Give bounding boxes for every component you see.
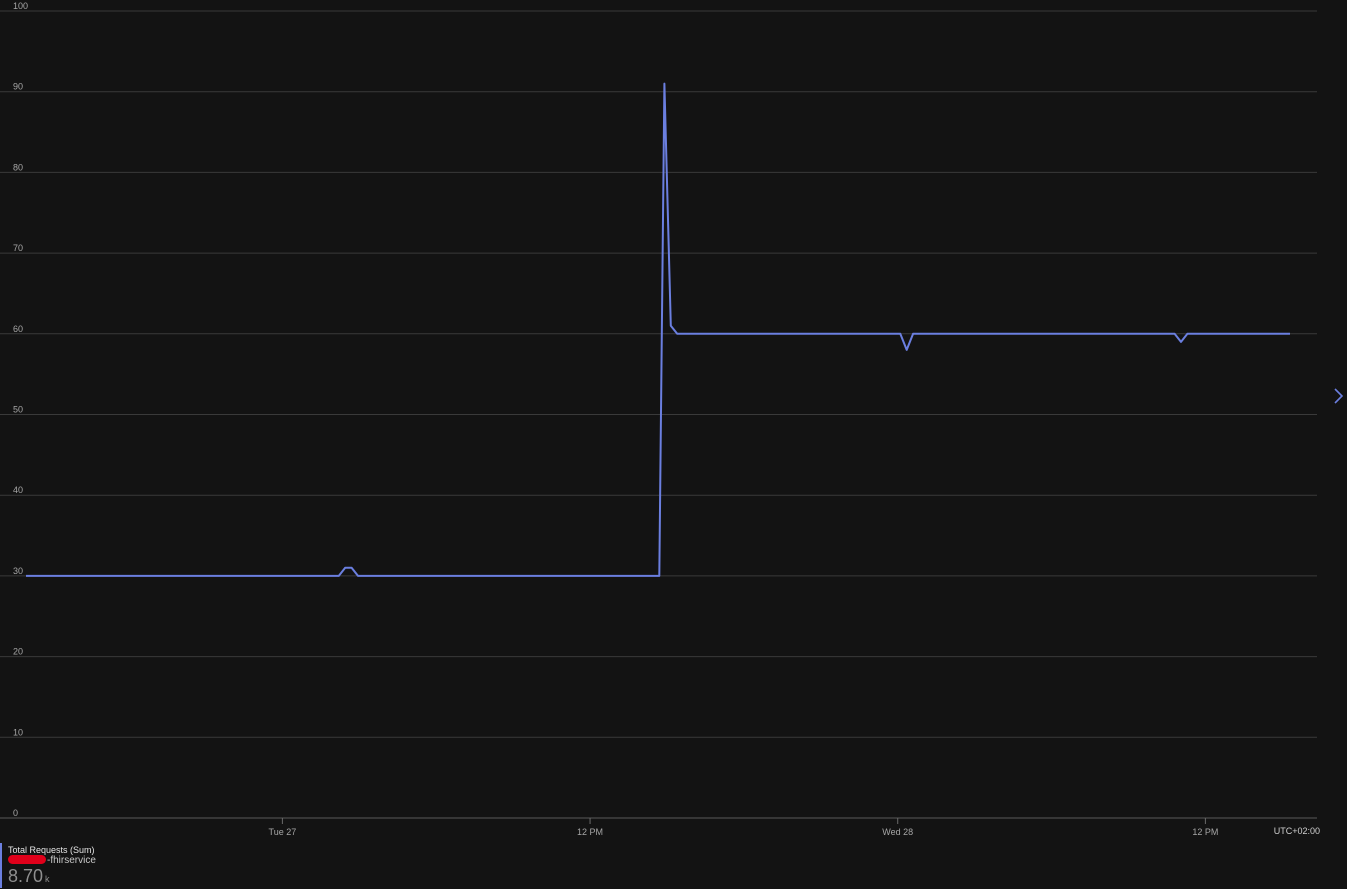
x-axis-ticks: Tue 27 12 PM Wed 28 12 PM bbox=[269, 818, 1218, 837]
legend-value-row: 8.70 k bbox=[8, 866, 96, 889]
x-tick-label: Tue 27 bbox=[269, 827, 297, 837]
chevron-right-icon[interactable] bbox=[1331, 386, 1345, 406]
y-tick-label: 80 bbox=[13, 162, 23, 172]
y-axis-ticks: 1009080706050403020100 bbox=[13, 1, 28, 818]
y-tick-label: 90 bbox=[13, 82, 23, 92]
legend-resource: -fhirservice bbox=[8, 855, 96, 866]
y-tick-label: 20 bbox=[13, 647, 23, 657]
y-tick-label: 50 bbox=[13, 405, 23, 415]
redaction-mark bbox=[8, 855, 46, 864]
y-tick-label: 30 bbox=[13, 566, 23, 576]
y-tick-label: 40 bbox=[13, 485, 23, 495]
legend[interactable]: Total Requests (Sum) -fhirservice 8.70 k bbox=[0, 843, 96, 888]
y-tick-label: 100 bbox=[13, 1, 28, 11]
y-tick-label: 70 bbox=[13, 243, 23, 253]
series-line-total-requests[interactable] bbox=[26, 82, 1290, 577]
x-tick-label: Wed 28 bbox=[882, 827, 913, 837]
y-tick-label: 0 bbox=[13, 808, 18, 818]
x-tick-label: 12 PM bbox=[1192, 827, 1218, 837]
grid-lines bbox=[0, 10, 1317, 819]
legend-value: 8.70 bbox=[8, 866, 44, 886]
line-chart: 1009080706050403020100 Tue 27 12 PM Wed 28… bbox=[0, 1, 1320, 837]
series-layer bbox=[26, 82, 1290, 577]
legend-unit: k bbox=[45, 874, 50, 884]
timezone-label: UTC+02:00 bbox=[1274, 826, 1320, 836]
legend-resource-name: -fhirservice bbox=[47, 855, 96, 866]
y-tick-label: 60 bbox=[13, 324, 23, 334]
y-tick-label: 10 bbox=[13, 727, 23, 737]
x-tick-label: 12 PM bbox=[577, 827, 603, 837]
legend-series-label: Total Requests (Sum) bbox=[8, 845, 95, 855]
